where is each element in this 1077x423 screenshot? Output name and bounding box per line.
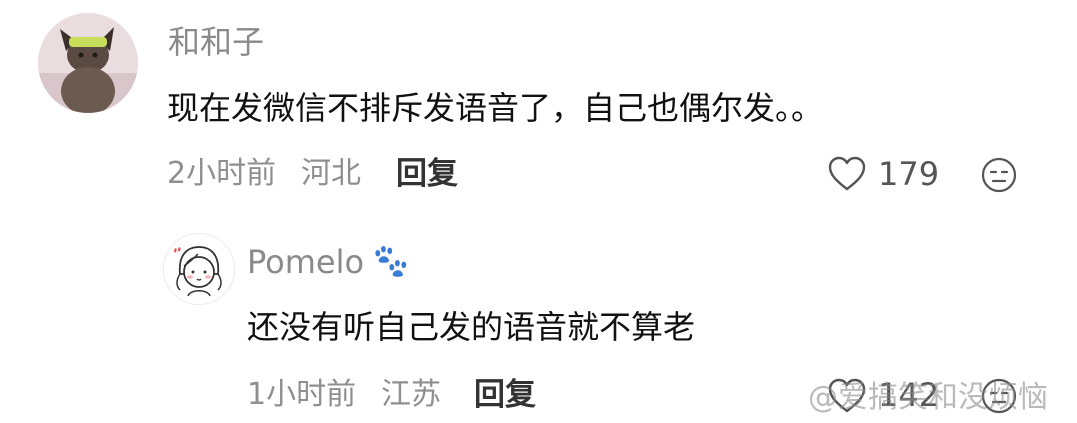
reply-avatar[interactable] [163, 233, 235, 305]
cat-avatar-image [38, 13, 138, 113]
reply-location: 江苏 [381, 377, 441, 412]
paw-icon [367, 242, 413, 282]
comment-username[interactable]: 和和子 [168, 22, 264, 62]
reply-text: 还没有听自己发的语音就不算老 [247, 308, 696, 346]
reply-button[interactable]: 回复 [396, 154, 458, 194]
reply-time: 1小时前 [247, 377, 357, 412]
neutral-face-icon[interactable] [980, 156, 1018, 194]
reply-reply-button[interactable]: 回复 [474, 375, 536, 415]
comment-location: 河北 [301, 156, 361, 191]
comment-time: 2小时前 [167, 156, 277, 191]
comment-text: 现在发微信不排斥发语音了，自己也偶尔发。。 [167, 89, 824, 127]
avatar[interactable] [38, 13, 138, 113]
watermark: @爱搞笑和没烦恼 [808, 380, 1048, 415]
like-heart-icon[interactable] [827, 155, 867, 193]
reply-username[interactable]: Pomelo [247, 242, 364, 282]
like-count: 179 [878, 155, 940, 193]
girl-avatar-image [164, 234, 234, 304]
